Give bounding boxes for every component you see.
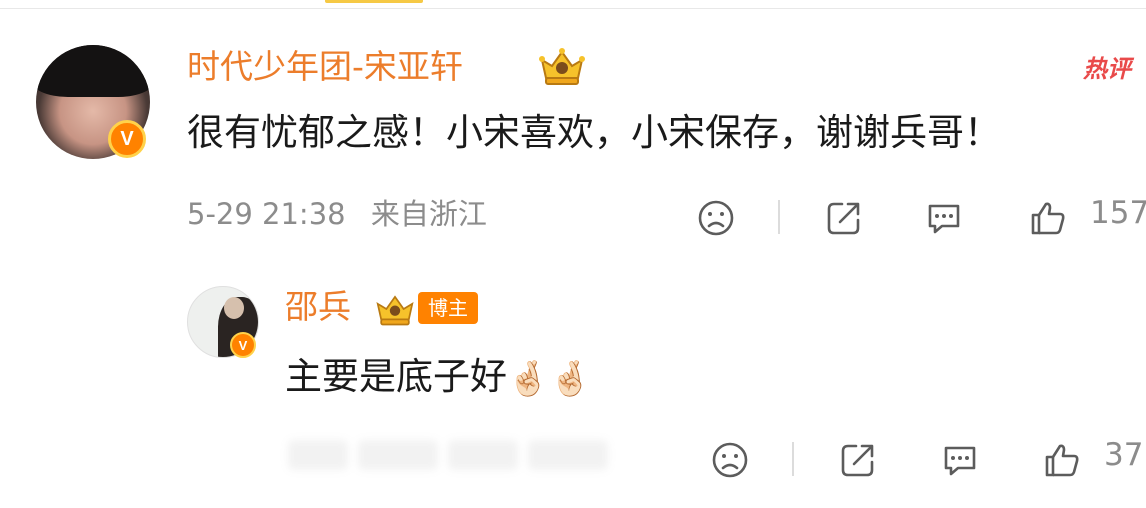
verified-v-badge-icon: V: [230, 332, 256, 358]
comment-actions: 157: [0, 196, 1146, 240]
comment-text: 很有忧郁之感！小宋喜欢，小宋保存，谢谢兵哥！: [187, 111, 1001, 154]
comment-icon: [944, 446, 976, 476]
reply-text-content: 主要是底子好: [285, 355, 507, 398]
like-button[interactable]: [1026, 196, 1070, 240]
share-button[interactable]: [836, 438, 880, 482]
crown-badge-icon: [539, 48, 585, 85]
thumbs-up-icon: [1031, 202, 1065, 235]
share-button[interactable]: [822, 196, 866, 240]
share-icon: [827, 202, 860, 235]
reply-button[interactable]: [938, 438, 982, 482]
crown-badge-icon: [376, 295, 414, 326]
reply-button[interactable]: [922, 196, 966, 240]
owner-tag: 博主: [418, 292, 478, 324]
hot-comment-label: 热评: [1083, 55, 1131, 83]
sad-face-icon: [712, 442, 748, 478]
comment-icon: [928, 204, 960, 234]
dislike-button[interactable]: [708, 438, 752, 482]
top-divider: [0, 8, 1146, 9]
replier-username[interactable]: 邵兵: [285, 290, 351, 323]
sad-face-icon: [698, 200, 734, 236]
share-icon: [841, 444, 874, 477]
action-divider: [792, 442, 794, 476]
action-divider: [778, 200, 780, 234]
reply-actions: 37: [0, 438, 1146, 482]
like-count: 157: [1090, 195, 1146, 231]
reply-text: 主要是底子好🤞🏻🤞🏻: [285, 358, 592, 396]
verified-v-badge-icon: V: [108, 120, 146, 158]
like-count: 37: [1104, 437, 1144, 473]
thumbs-up-icon: [1045, 444, 1079, 477]
top-tab-indicator: [325, 0, 423, 3]
finger-heart-emoji: 🤞🏻🤞🏻: [507, 358, 592, 399]
commenter-username[interactable]: 时代少年团-宋亚轩: [187, 50, 463, 83]
like-button[interactable]: [1040, 438, 1084, 482]
dislike-button[interactable]: [694, 196, 738, 240]
